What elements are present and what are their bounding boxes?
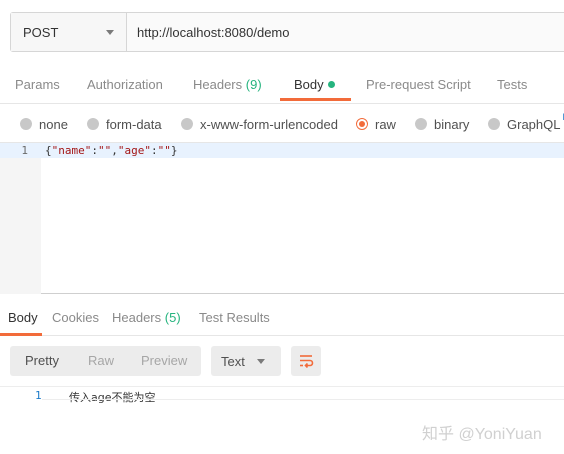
- tab-label: Authorization: [87, 77, 163, 92]
- option-label: x-www-form-urlencoded: [200, 116, 338, 132]
- tab-params[interactable]: Params: [15, 64, 60, 104]
- tab-tests[interactable]: Tests: [497, 64, 527, 104]
- option-label: GraphQL: [507, 116, 561, 132]
- chevron-down-icon: [256, 358, 265, 364]
- radio-icon: [488, 118, 500, 130]
- code-colon: :: [91, 144, 98, 157]
- response-tab-body[interactable]: Body: [8, 296, 38, 336]
- body-option-urlencoded[interactable]: x-www-form-urlencoded: [181, 116, 338, 132]
- method-label: POST: [23, 24, 59, 40]
- editor-code-line: {"name":"","age":""}: [45, 144, 178, 157]
- active-tab-underline: [280, 98, 351, 101]
- response-tab-cookies[interactable]: Cookies: [52, 296, 99, 336]
- wrap-lines-button[interactable]: [291, 346, 321, 376]
- body-option-raw[interactable]: raw: [356, 116, 396, 132]
- code-value: "": [98, 144, 112, 157]
- tab-pre-request-script[interactable]: Pre-request Script: [366, 64, 471, 104]
- active-response-tab-underline: [0, 333, 42, 336]
- option-label: form-data: [106, 116, 162, 132]
- method-select[interactable]: POST: [11, 13, 127, 51]
- headers-count: (9): [245, 77, 262, 92]
- wrap-lines-icon: [300, 355, 314, 368]
- body-option-none[interactable]: none: [20, 116, 68, 132]
- radio-icon: [181, 118, 193, 130]
- raw-button[interactable]: Raw: [88, 346, 114, 376]
- body-option-form-data[interactable]: form-data: [87, 116, 162, 132]
- code-key: "name": [51, 144, 92, 157]
- response-tabs: Body Cookies Headers (5) Test Results: [0, 296, 564, 336]
- response-tab-headers[interactable]: Headers (5): [112, 296, 181, 336]
- option-label: none: [39, 116, 68, 132]
- code-comma: ,: [111, 144, 118, 157]
- response-line-number: 1: [35, 389, 42, 402]
- response-text: 传入age不能为空: [69, 391, 156, 404]
- radio-icon: [415, 118, 427, 130]
- radio-icon: [87, 118, 99, 130]
- tab-label: Headers: [193, 77, 243, 92]
- tab-label: Cookies: [52, 310, 99, 325]
- body-option-graphql[interactable]: GraphQLB: [488, 112, 564, 132]
- tab-label: Pre-request Script: [366, 77, 471, 92]
- code-value: "": [157, 144, 171, 157]
- modified-dot-icon: [327, 81, 335, 88]
- pretty-button[interactable]: Pretty: [25, 346, 59, 376]
- code-key: "age": [117, 144, 151, 157]
- tab-label: Headers: [112, 310, 162, 325]
- tab-label: Body: [8, 310, 38, 325]
- response-tab-test-results[interactable]: Test Results: [199, 296, 270, 336]
- preview-button[interactable]: Preview: [141, 346, 187, 376]
- code-brace: }: [170, 144, 178, 157]
- request-body-editor[interactable]: 1 {"name":"","age":""}: [0, 142, 564, 294]
- tab-authorization[interactable]: Authorization: [87, 64, 163, 104]
- url-text: http://localhost:8080/demo: [137, 24, 290, 40]
- format-select[interactable]: Text: [211, 346, 281, 376]
- chevron-down-icon: [106, 29, 114, 35]
- option-label: binary: [434, 116, 470, 132]
- headers-count: (5): [164, 310, 181, 325]
- format-label: Text: [221, 353, 245, 369]
- body-option-binary[interactable]: binary: [415, 116, 469, 132]
- request-bar: POST http://localhost:8080/demo: [10, 12, 564, 52]
- watermark: 知乎 @YoniYuan: [422, 426, 542, 443]
- editor-gutter: [0, 143, 41, 294]
- body-type-options: none form-data x-www-form-urlencoded raw…: [0, 110, 564, 138]
- editor-line-number: 1: [21, 144, 28, 157]
- tab-label: Body: [294, 77, 324, 92]
- code-colon: :: [151, 144, 158, 157]
- url-input[interactable]: http://localhost:8080/demo: [127, 13, 564, 51]
- option-label: raw: [375, 116, 396, 132]
- view-mode-group: Pretty Raw Preview: [10, 346, 201, 376]
- tab-label: Tests: [497, 77, 528, 92]
- tab-label: Test Results: [199, 310, 270, 325]
- radio-selected-icon: [356, 118, 368, 130]
- code-brace: {: [45, 144, 52, 157]
- radio-icon: [20, 118, 32, 130]
- tab-label: Params: [15, 77, 60, 92]
- divider: [42, 399, 564, 400]
- tab-headers[interactable]: Headers (9): [193, 64, 262, 104]
